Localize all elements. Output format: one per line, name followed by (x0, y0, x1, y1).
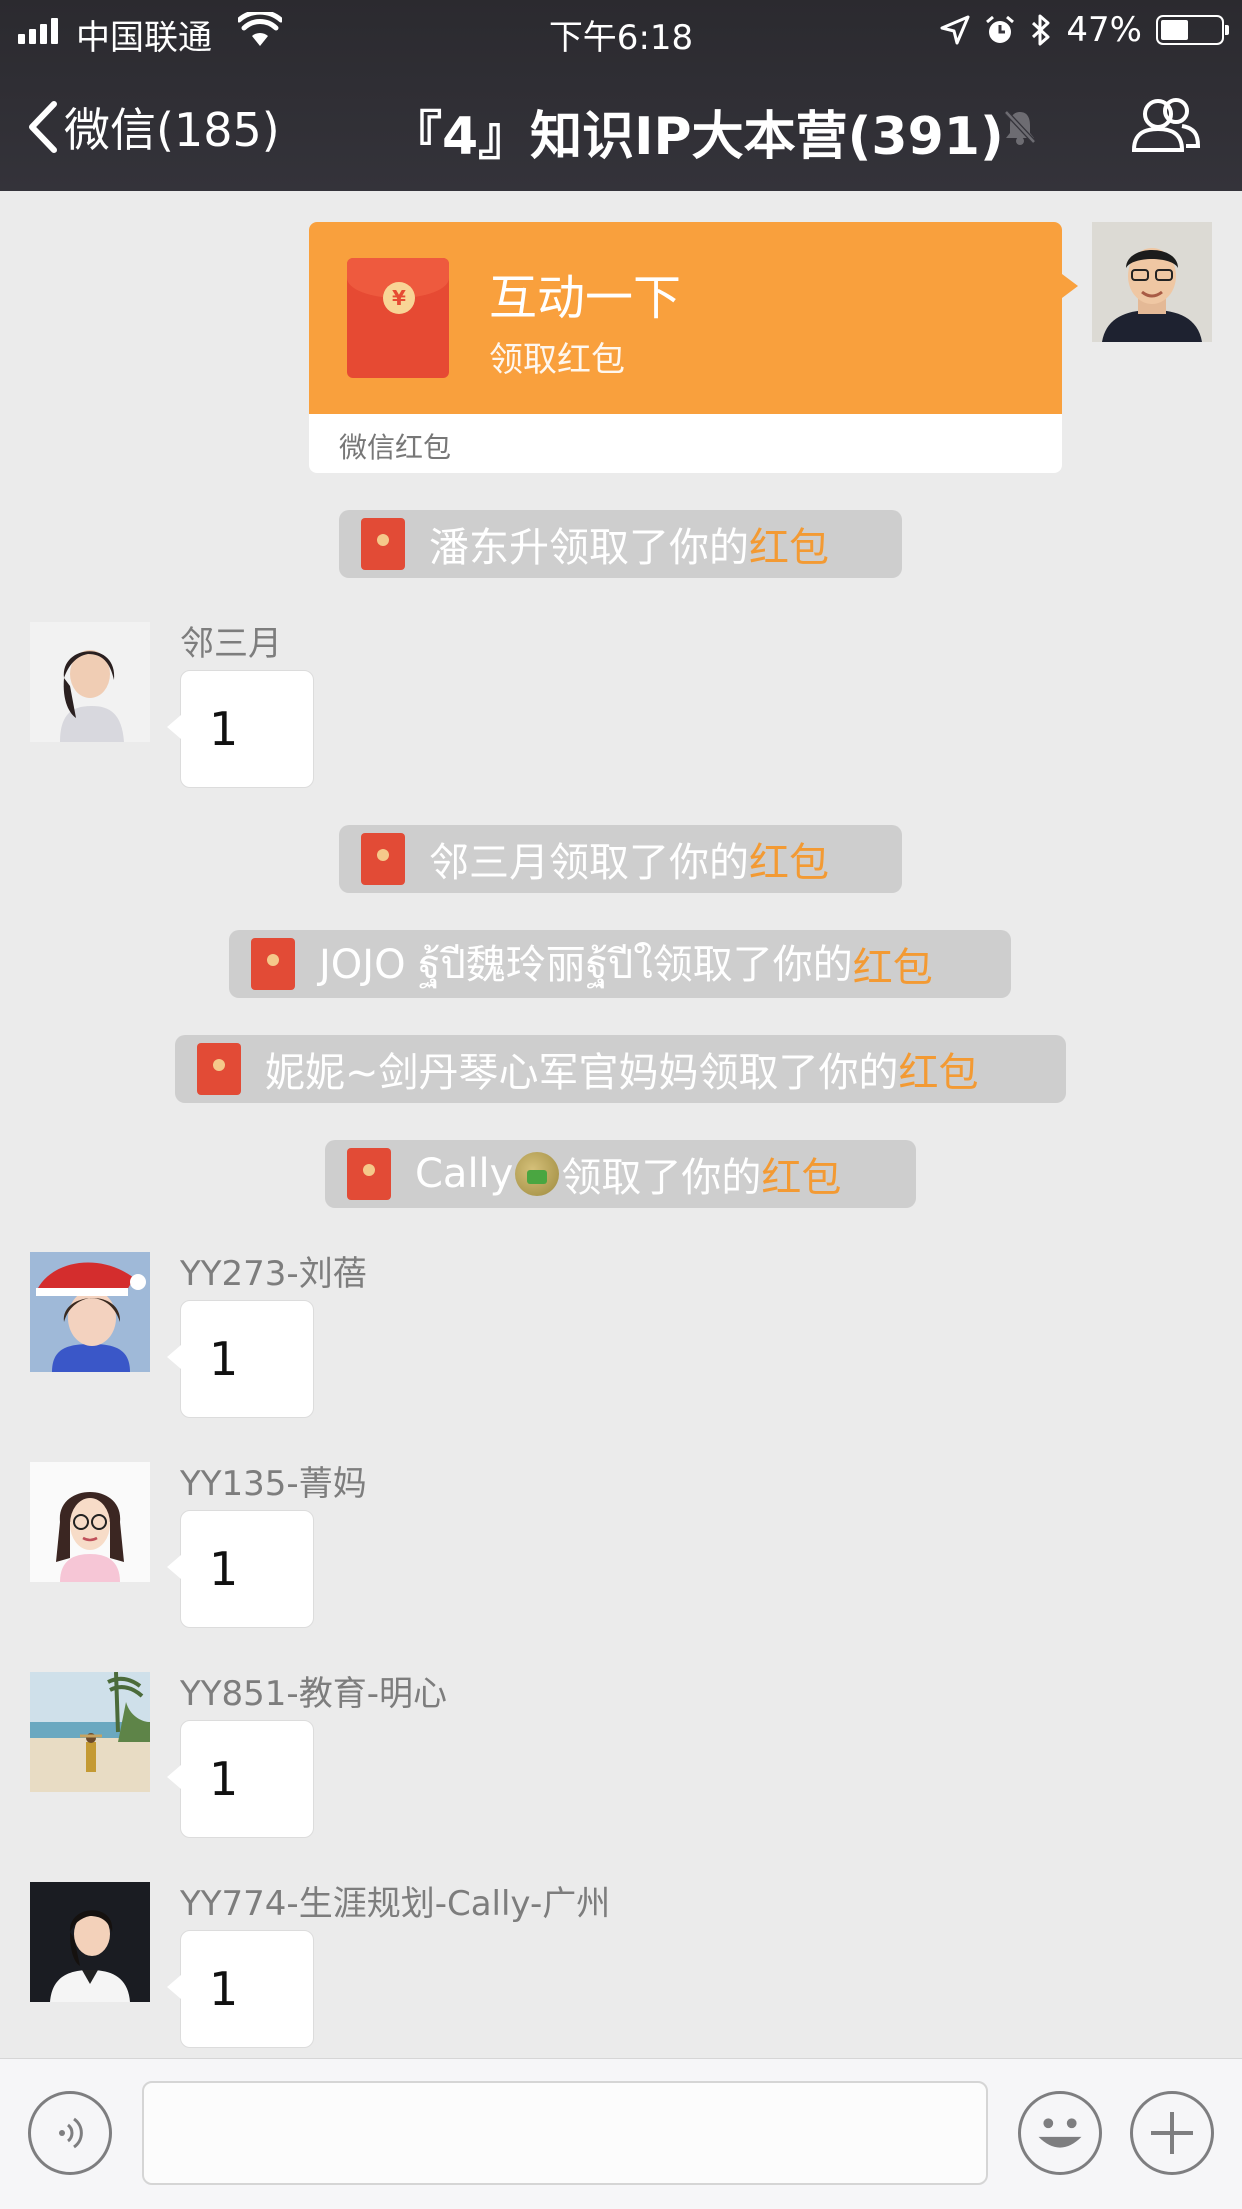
notice-text: 领取了你的 (561, 1155, 762, 1201)
avatar-image (30, 1462, 150, 1582)
chevron-left-icon (29, 101, 57, 153)
group-members-icon[interactable] (1130, 96, 1202, 156)
top-bar: 中国联通 下午6:18 47% 微信(185) 『4』知识IP大本营(391) (0, 0, 1242, 191)
mute-bell-icon (1004, 110, 1036, 145)
red-packet-claimed-notice: Cally 领取了你的 红包 (325, 1140, 916, 1208)
mini-red-packet-icon (361, 518, 405, 570)
message-bubble[interactable]: 1 (167, 1510, 314, 1628)
sender-name: YY135-菁妈 (180, 1464, 367, 1504)
notice-text: JOJO ฐ้ปี魏玲丽ฐ้ปีใ领取了你的 (319, 942, 853, 988)
sender-name: 邻三月 (180, 624, 282, 664)
chat-title: 『4』知识IP大本营(391) (390, 107, 1004, 167)
avatar-image (30, 622, 150, 742)
status-bar: 中国联通 下午6:18 47% (0, 0, 1242, 62)
avatar-image (30, 1882, 150, 2002)
red-packet-link[interactable]: 红包 (899, 1040, 979, 1098)
voice-icon (59, 2117, 83, 2149)
red-packet-claimed-notice: JOJO ฐ้ปี魏玲丽ฐ้ปีใ领取了你的 红包 (229, 930, 1011, 998)
battery-level (1161, 20, 1188, 40)
red-packet-claimed-notice: 潘东升领取了你的 红包 (339, 510, 902, 578)
mini-red-packet-icon (361, 833, 405, 885)
avatar[interactable] (30, 1252, 150, 1372)
voice-button[interactable] (28, 2091, 112, 2175)
emoji-icon (1038, 2118, 1082, 2148)
message-input[interactable] (142, 2081, 988, 2185)
message-bubble[interactable]: 1 (167, 1720, 314, 1838)
my-avatar[interactable] (1092, 222, 1212, 342)
plus-icon (1151, 2112, 1193, 2154)
sender-name: YY273-刘蓓 (180, 1254, 367, 1294)
plus-button[interactable] (1130, 2091, 1214, 2175)
red-packet-link[interactable]: 红包 (761, 1145, 841, 1203)
avatar-image (30, 1252, 150, 1372)
message-bubble[interactable]: 1 (167, 1300, 314, 1418)
emoji-button[interactable] (1018, 2091, 1102, 2175)
red-packet-title: 互动一下 (489, 270, 682, 326)
back-label: 微信(185) (64, 103, 280, 157)
red-envelope-icon: ¥ (347, 258, 449, 378)
mini-red-packet-icon (347, 1148, 391, 1200)
battery-percent: 47% (1066, 10, 1142, 50)
notice-text: 邻三月领取了你的 (429, 840, 749, 886)
notice-text: 妮妮~剑丹琴心军官妈妈领取了你的 (265, 1050, 899, 1096)
battery-icon (1156, 15, 1229, 45)
red-packet-claimed-notice: 妮妮~剑丹琴心军官妈妈领取了你的 红包 (175, 1035, 1066, 1103)
red-packet-body: ¥ 互动一下 领取红包 (309, 222, 1078, 414)
sender-name: YY851-教育-明心 (180, 1674, 447, 1714)
avatar-image (1092, 222, 1212, 342)
red-packet-footer: 微信红包 (339, 431, 452, 464)
location-icon (940, 15, 970, 45)
red-packet-link[interactable]: 红包 (853, 935, 933, 993)
avatar[interactable] (30, 622, 150, 742)
avatar[interactable] (30, 1462, 150, 1582)
mini-red-packet-icon (251, 938, 295, 990)
status-right: 47% (940, 10, 1229, 50)
avatar[interactable] (30, 1882, 150, 2002)
notice-text: 潘东升领取了你的 (429, 525, 749, 571)
red-packet-link[interactable]: 红包 (749, 515, 829, 573)
nav-bar: 微信(185) 『4』知识IP大本营(391) (0, 62, 1242, 191)
alarm-icon (986, 15, 1015, 43)
notice-text: Cally (415, 1151, 514, 1197)
message-bubble[interactable]: 1 (167, 1930, 314, 2048)
red-packet-message[interactable]: ¥ 互动一下 领取红包 微信红包 (309, 222, 1078, 473)
bluetooth-icon (1032, 14, 1050, 46)
mini-red-packet-icon (197, 1043, 241, 1095)
red-packet-link[interactable]: 红包 (749, 830, 829, 888)
sender-name: YY774-生涯规划-Cally-广州 (180, 1884, 611, 1924)
message-bubble[interactable]: 1 (167, 670, 314, 788)
gift-emoji-icon (515, 1152, 560, 1196)
avatar[interactable] (30, 1672, 150, 1792)
input-bar (0, 2058, 1242, 2209)
back-button[interactable]: 微信(185) (28, 94, 280, 160)
red-packet-claimed-notice: 邻三月领取了你的 红包 (339, 825, 902, 893)
red-packet-subtitle: 领取红包 (489, 340, 625, 380)
avatar-image (30, 1672, 150, 1792)
